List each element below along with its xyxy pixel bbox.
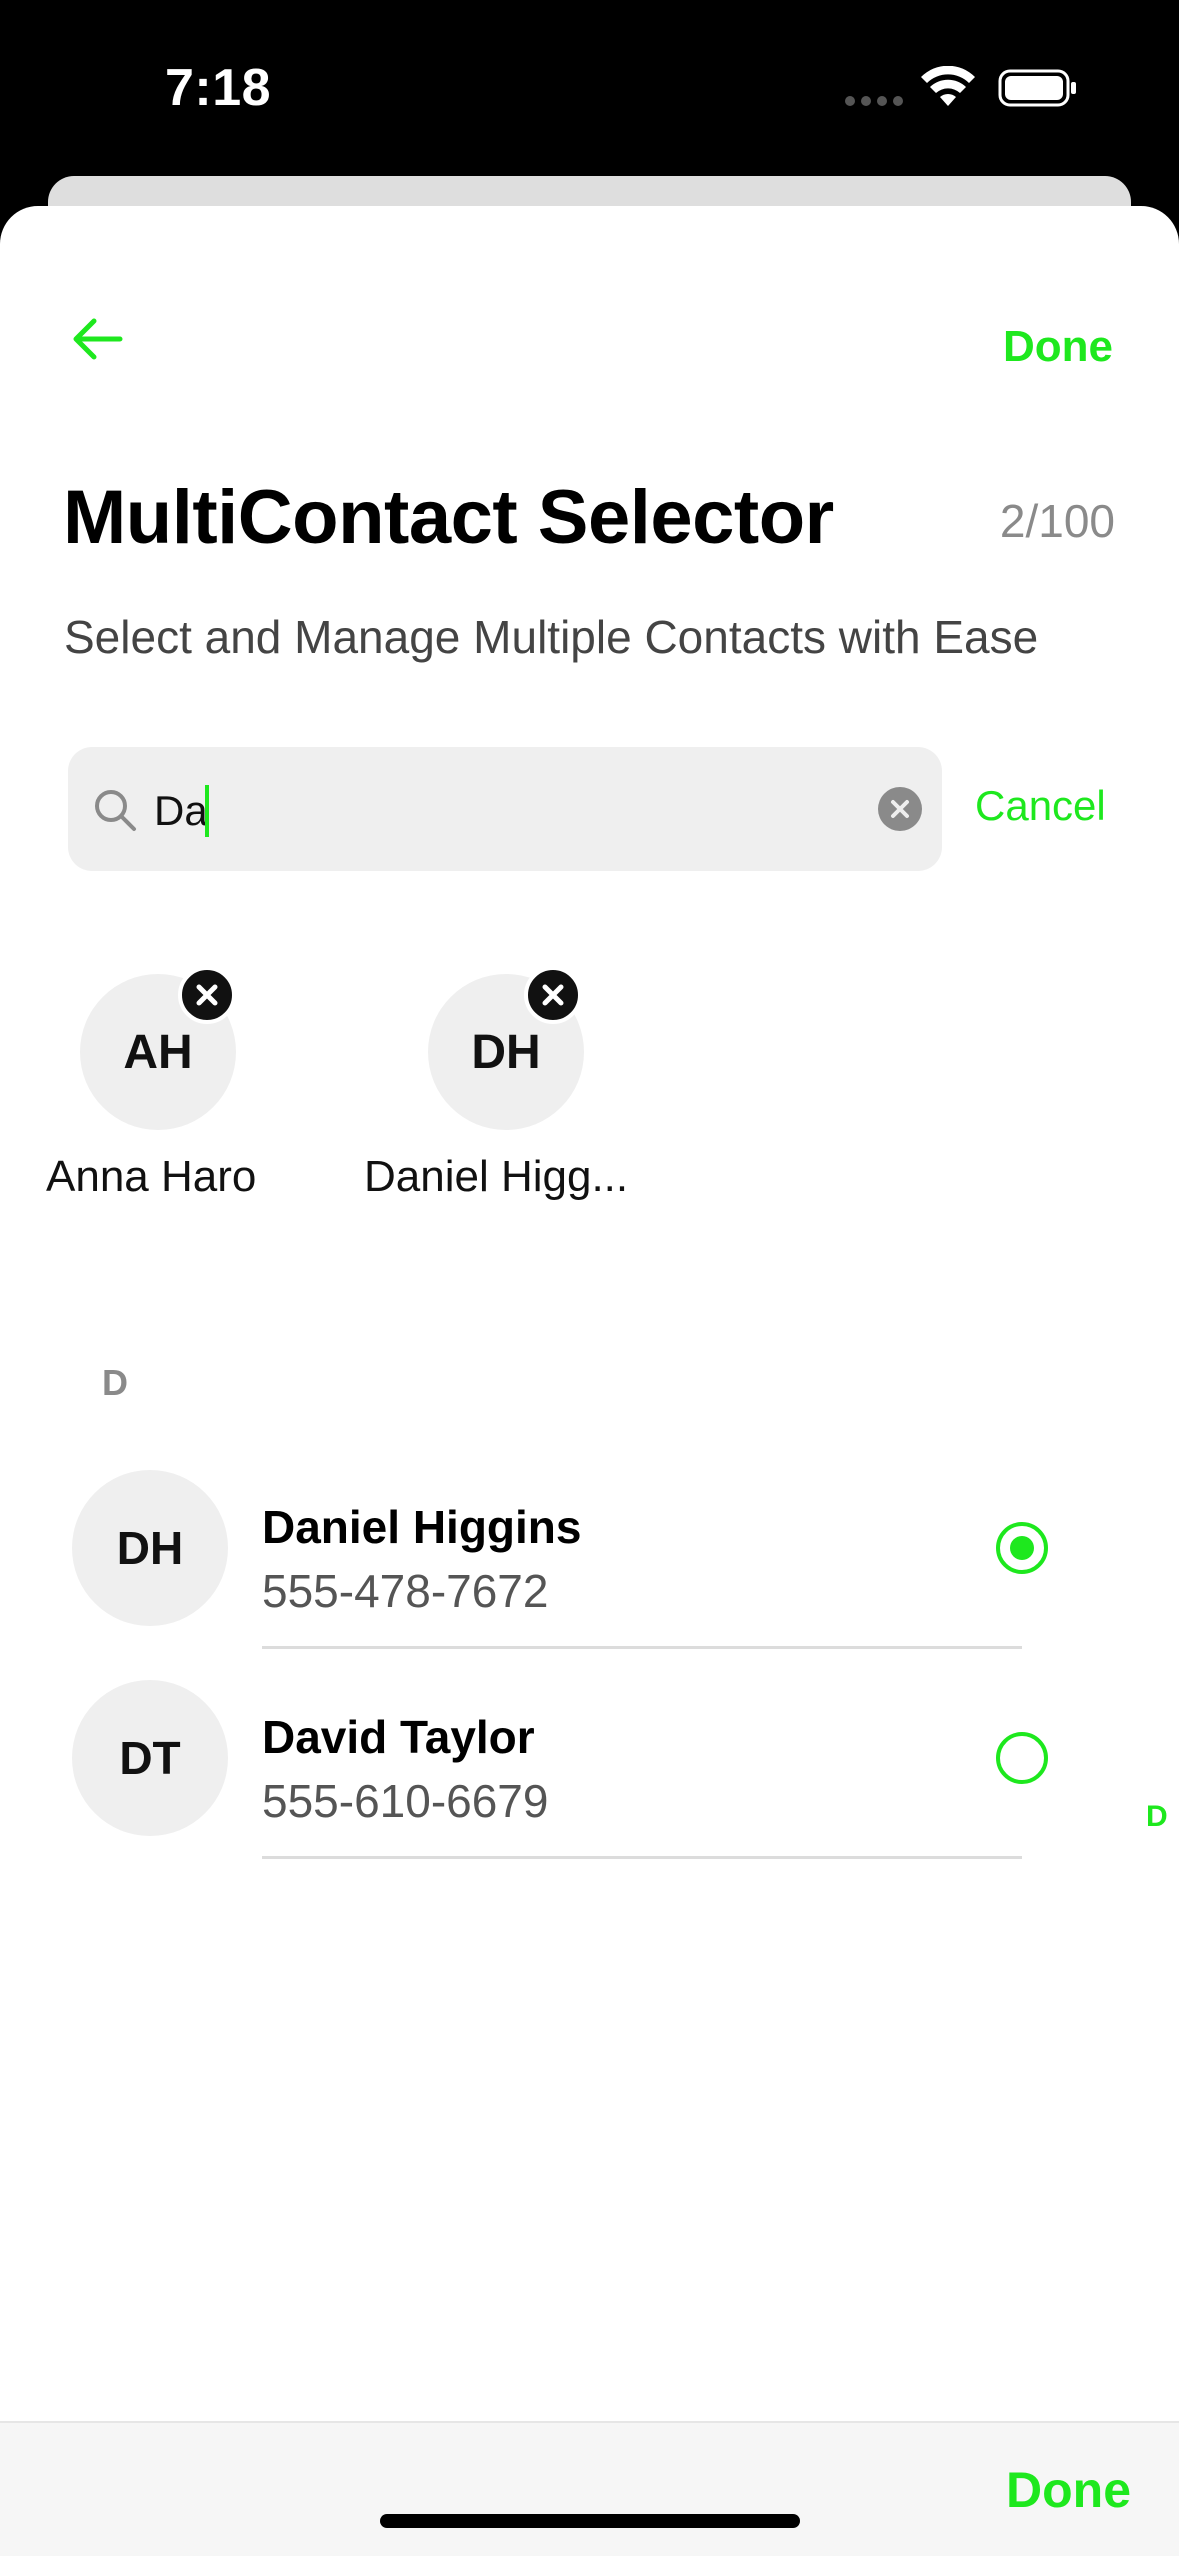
status-bar: 7:18 (0, 0, 1179, 175)
selection-counter: 2/100 (999, 495, 1115, 547)
section-header: D (102, 1362, 128, 1403)
wifi-icon (921, 66, 975, 106)
arrow-left-icon[interactable] (70, 311, 126, 367)
battery-icon (998, 69, 1076, 107)
contact-selector-sheet: Done MultiContact Selector 2/100 Select … (0, 206, 1179, 2556)
remove-chip-button[interactable] (178, 966, 236, 1024)
radio-dot (1010, 1536, 1034, 1560)
contact-row[interactable]: DT David Taylor 555-610-6679 (0, 1680, 1179, 1890)
avatar: DT (72, 1680, 228, 1836)
text-cursor (205, 785, 209, 837)
chip-name: Anna Haro (46, 1152, 257, 1201)
section-index-letter[interactable]: D (1146, 1800, 1168, 1834)
status-time: 7:18 (165, 59, 272, 117)
search-input[interactable]: Da (68, 747, 942, 871)
contact-name: David Taylor (262, 1711, 535, 1763)
divider (262, 1856, 1022, 1859)
contact-phone: 555-478-7672 (262, 1565, 549, 1617)
remove-chip-button[interactable] (524, 966, 582, 1024)
page-title: MultiContact Selector (63, 475, 834, 560)
contact-row[interactable]: DH Daniel Higgins 555-478-7672 (0, 1470, 1179, 1680)
radio-unselected-icon[interactable] (996, 1732, 1048, 1784)
contact-name: Daniel Higgins (262, 1501, 582, 1553)
avatar: DH (72, 1470, 228, 1626)
selected-chip: AH Anna Haro (46, 966, 380, 1234)
search-input-value[interactable]: Da (154, 787, 208, 835)
done-button-top[interactable]: Done (1003, 322, 1113, 372)
selected-chip: DH Daniel Higg... (364, 966, 728, 1234)
page-subtitle: Select and Manage Multiple Contacts with… (64, 611, 1039, 663)
clear-icon (891, 800, 909, 818)
cellular-signal-icon (845, 96, 903, 106)
search-icon (95, 790, 136, 831)
clear-search-button[interactable] (878, 787, 922, 831)
bottom-toolbar: Done (0, 2421, 1179, 2556)
radio-selected-icon[interactable] (996, 1522, 1048, 1574)
done-button-bottom[interactable]: Done (1006, 2461, 1131, 2519)
close-icon (196, 984, 218, 1006)
home-indicator (380, 2514, 800, 2528)
chip-name: Daniel Higg... (364, 1152, 629, 1201)
close-icon (542, 984, 564, 1006)
cancel-search-button[interactable]: Cancel (975, 782, 1106, 830)
divider (262, 1646, 1022, 1649)
contact-phone: 555-610-6679 (262, 1775, 549, 1827)
